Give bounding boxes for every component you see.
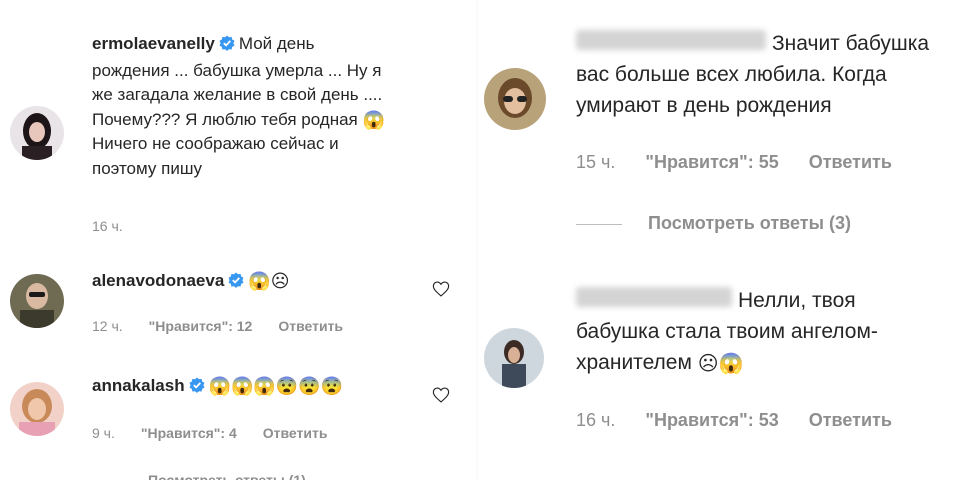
comment-text-line: же загадала желание в свой день .... (92, 85, 383, 104)
comment-text-line: рождения ... бабушка умерла ... Ну я (92, 60, 382, 80)
comment-username[interactable]: alenavodonaeva (92, 271, 224, 290)
comments-panel-left: ermolaevanelly Мой день рождения ... бабу… (0, 0, 478, 480)
like-heart-icon[interactable] (432, 387, 450, 408)
emoji-reaction: 😱☹ (248, 271, 290, 291)
verified-badge-icon (189, 375, 205, 400)
comment-text-line: Почему??? Я люблю тебя родная (92, 109, 358, 129)
reply-button[interactable]: Ответить (809, 152, 892, 172)
scream-emoji: 😱 (362, 109, 385, 130)
avatar[interactable] (10, 106, 64, 160)
reply-button[interactable]: Ответить (263, 425, 328, 441)
comment-time[interactable]: 15 ч. (576, 152, 615, 172)
verified-badge-icon (228, 270, 244, 295)
comment-username[interactable]: ermolaevanelly (92, 34, 215, 53)
comment-body: katerina_kotbka Значит бабушка вас больше… (576, 28, 956, 121)
reply-button[interactable]: Ответить (278, 318, 343, 334)
comment-time[interactable]: 9 ч. (92, 425, 115, 441)
avatar[interactable] (10, 274, 64, 328)
comment-body: alenavodonaeva 😱☹ (92, 268, 422, 295)
view-replies-link[interactable]: Посмотреть ответы (3) (648, 213, 851, 234)
emoji-reaction: 😱😱😱😨😨😨 (208, 376, 344, 396)
comment-meta: 16 ч. "Нравится": 53 Ответить (576, 410, 922, 431)
comment-text-line: Мой день (238, 34, 315, 53)
comment-text-line: бабушка стала твоим ангелом- (576, 320, 878, 343)
comment-body: gevlkomaneei Нелли, твоя бабушка стала тв… (576, 285, 956, 378)
comment-text-line: хранителем (576, 351, 692, 374)
avatar[interactable] (10, 382, 64, 436)
comment-text-line: вас больше всех любила. Когда (576, 63, 887, 86)
comment-meta: 15 ч. "Нравится": 55 Ответить (576, 152, 922, 173)
comment-username[interactable]: katerina_kotbka (576, 30, 766, 50)
comment-username[interactable]: gevlkomaneei (576, 287, 732, 307)
comment-text-line: поэтому пишу (92, 158, 202, 178)
comment-time[interactable]: 12 ч. (92, 318, 123, 334)
emoji-reaction: ☹😱 (697, 353, 744, 375)
verified-badge-icon (219, 34, 235, 59)
view-replies-label: Посмотреть ответы (1) (148, 472, 306, 480)
avatar[interactable] (484, 328, 544, 388)
comment-meta: 12 ч. "Нравится": 12 Ответить (92, 318, 369, 334)
like-heart-icon[interactable] (432, 281, 450, 302)
comment-text-line: умирают в день рождения (576, 94, 832, 117)
replies-divider-line (576, 224, 622, 225)
likes-count[interactable]: "Нравится": 55 (645, 152, 778, 172)
comment-time[interactable]: 16 ч. (576, 410, 615, 430)
likes-count[interactable]: "Нравится": 53 (645, 410, 778, 430)
comment-meta: 9 ч. "Нравится": 4 Ответить (92, 425, 353, 441)
likes-count[interactable]: "Нравится": 4 (141, 425, 237, 441)
comment-text-line: Нелли, твоя (738, 289, 856, 312)
comment-text-line: Ничего не соображаю сейчас и (92, 134, 339, 153)
view-replies-link[interactable]: Посмотреть ответы (1) (148, 472, 332, 480)
comment-time[interactable]: 16 ч. (92, 218, 123, 234)
reply-button[interactable]: Ответить (809, 410, 892, 430)
comment-body: annakalash 😱😱😱😨😨😨 (92, 373, 422, 400)
comment-username[interactable]: annakalash (92, 376, 185, 395)
likes-count[interactable]: "Нравится": 12 (149, 318, 253, 334)
avatar[interactable] (484, 68, 546, 130)
comment-meta: 16 ч. (92, 218, 149, 234)
comment-body: ermolaevanelly Мой день рождения ... бабу… (92, 32, 462, 181)
comment-text-line: Значит бабушка (772, 32, 930, 55)
comments-panel-right: katerina_kotbka Значит бабушка вас больше… (478, 0, 960, 480)
